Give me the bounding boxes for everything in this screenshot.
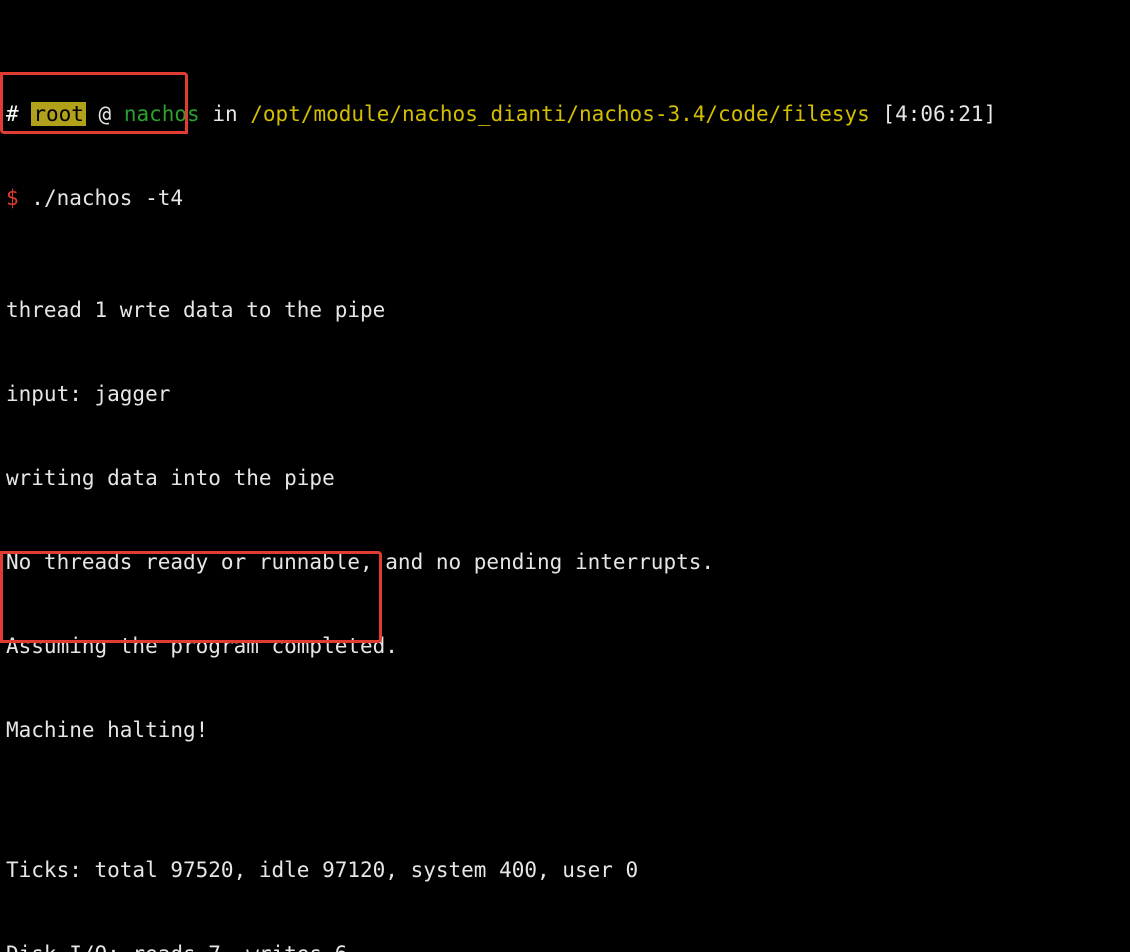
prompt-dollar: $ <box>6 186 19 210</box>
command-line-1: $ ./nachos -t4 <box>6 184 1124 212</box>
output-line: Ticks: total 97520, idle 97120, system 4… <box>6 856 1124 884</box>
prompt-in: in <box>200 102 251 126</box>
output-line: No threads ready or runnable, and no pen… <box>6 548 1124 576</box>
prompt-host: nachos <box>124 102 200 126</box>
prompt-time: [4:06:21] <box>870 102 996 126</box>
prompt-path: /opt/module/nachos_dianti/nachos-3.4/cod… <box>250 102 870 126</box>
output-line: thread 1 wrte data to the pipe <box>6 296 1124 324</box>
prompt-user: root <box>31 102 86 126</box>
prompt-hash: # <box>6 102 19 126</box>
output-line: Disk I/O: reads 7, writes 6 <box>6 940 1124 952</box>
prompt-line-1: # root @ nachos in /opt/module/nachos_di… <box>6 100 1124 128</box>
terminal-output[interactable]: # root @ nachos in /opt/module/nachos_di… <box>0 0 1130 952</box>
output-line: Assuming the program completed. <box>6 632 1124 660</box>
output-line: writing data into the pipe <box>6 464 1124 492</box>
prompt-at: @ <box>86 102 124 126</box>
output-line: input: jagger <box>6 380 1124 408</box>
command-text: ./nachos -t4 <box>19 186 183 210</box>
output-line: Machine halting! <box>6 716 1124 744</box>
